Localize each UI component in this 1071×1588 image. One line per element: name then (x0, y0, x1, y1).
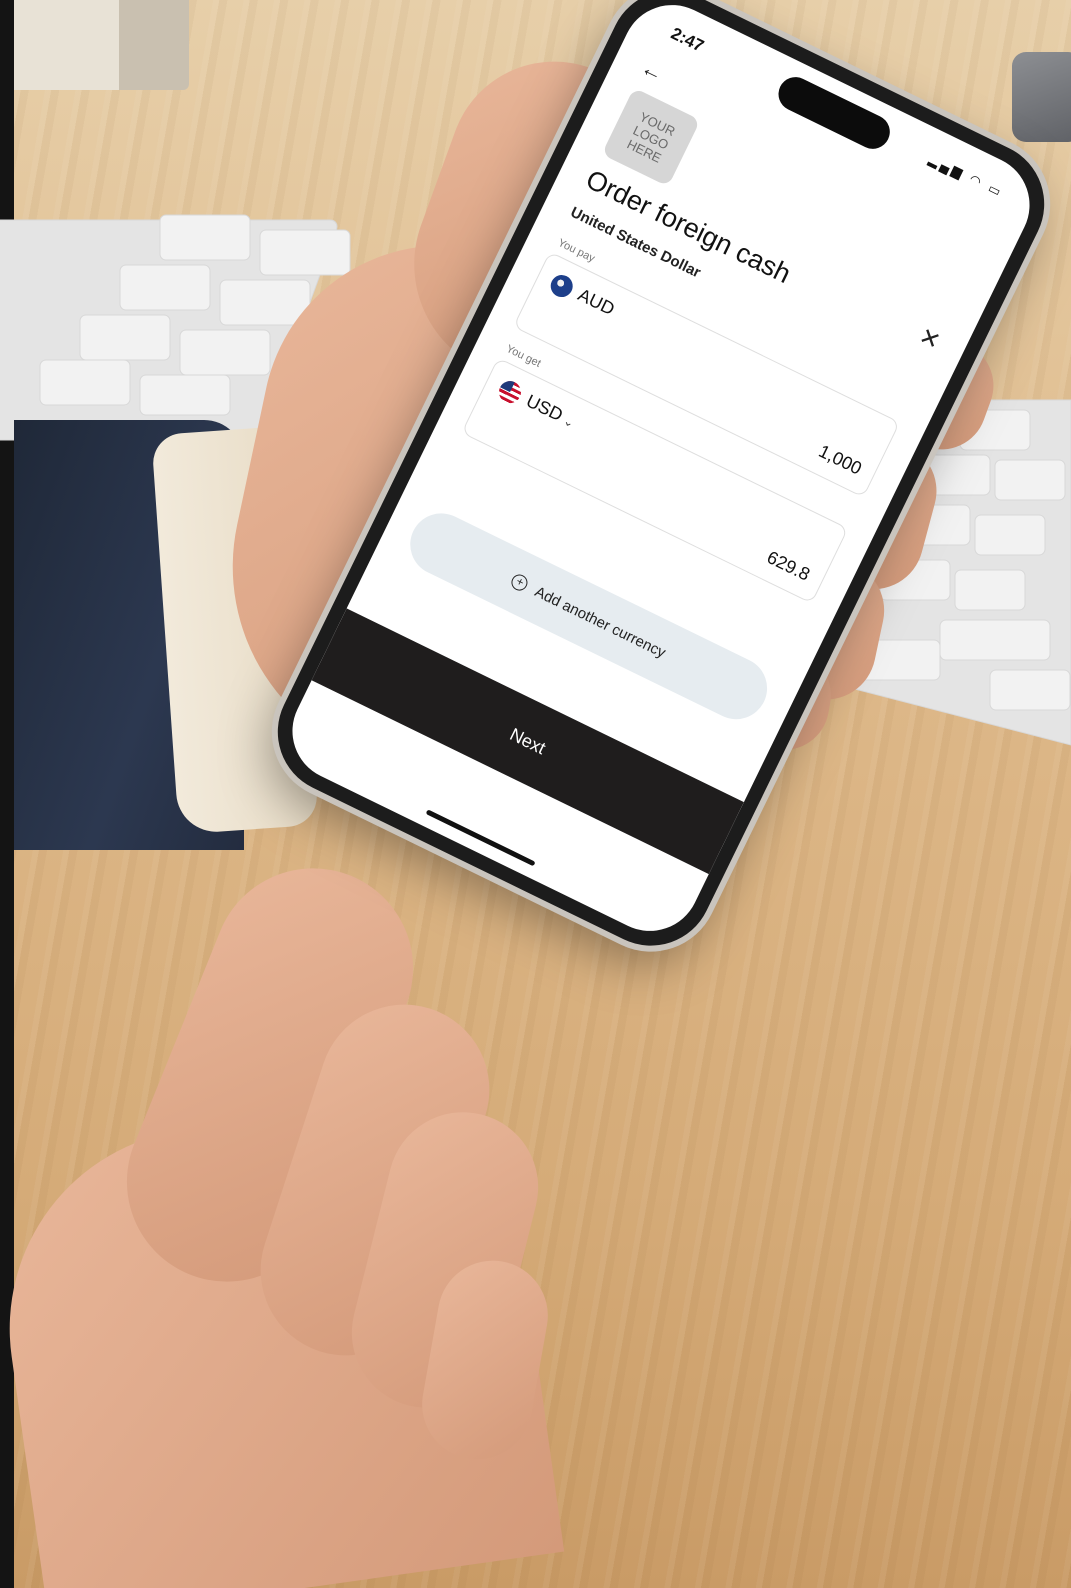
arrow-left-icon[interactable]: ← (637, 54, 668, 87)
status-icons: ▂▄▆ ◠ ▭ (926, 151, 1007, 201)
plus-circle-icon: + (509, 571, 531, 594)
pay-currency-code: AUD (574, 284, 618, 320)
pay-amount[interactable]: 1,000 (815, 441, 865, 480)
chevron-down-icon: ⌄ (561, 413, 577, 431)
close-icon[interactable]: ✕ (914, 322, 945, 357)
usa-flag-icon (495, 377, 525, 407)
status-time: 2:47 (667, 23, 707, 56)
logo-placeholder: YOUR LOGO HERE (601, 87, 701, 187)
photo-scene: 2:47 ▂▄▆ ◠ ▭ ← YOUR LOGO HERE ✕ Order fo… (0, 0, 1071, 1588)
get-amount: 629.8 (763, 546, 814, 585)
get-currency-selector[interactable]: USD⌄ (523, 391, 579, 433)
get-currency-code: USD (523, 390, 567, 426)
add-currency-label: Add another currency (532, 582, 669, 662)
australia-flag-icon (546, 271, 577, 301)
dynamic-island (772, 71, 896, 155)
